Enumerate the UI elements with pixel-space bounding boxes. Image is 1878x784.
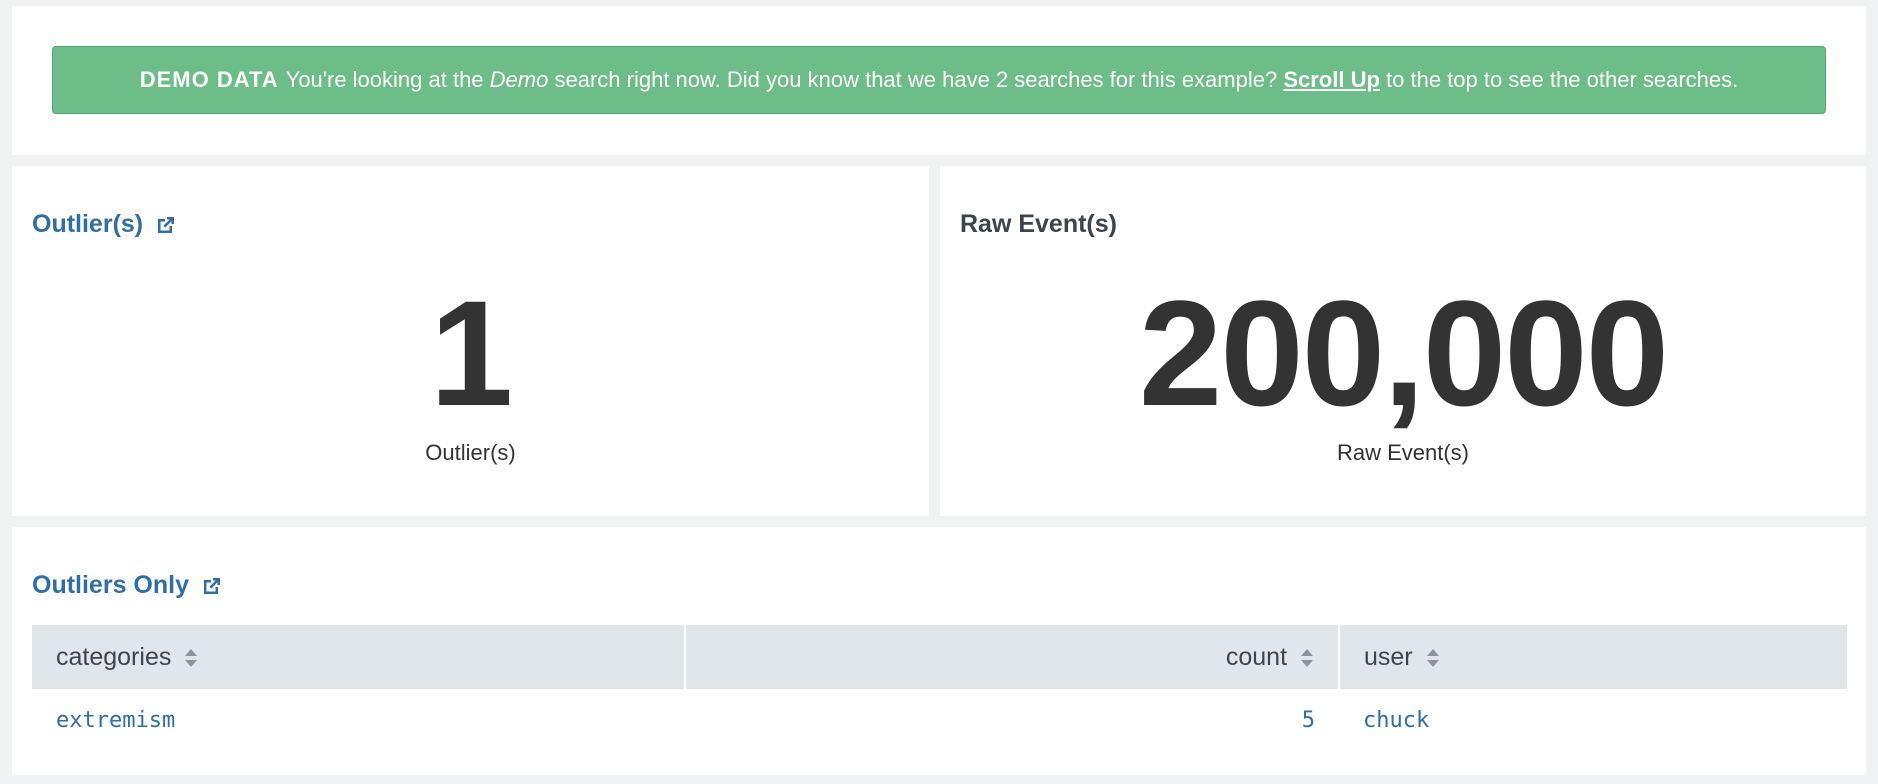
- outliers-only-panel: Outliers Only categories count user extr…: [12, 527, 1866, 775]
- banner-text-middle: search right now. Did you know that we h…: [554, 67, 1278, 92]
- outliers-value[interactable]: 1: [12, 278, 929, 428]
- banner-label: DEMO DATA: [139, 67, 279, 92]
- table-row: extremism 5 chuck: [32, 689, 1847, 751]
- outliers-panel: Outlier(s) 1 Outlier(s): [12, 166, 929, 516]
- table-header-row: categories count user: [32, 625, 1847, 689]
- dashboard-page: DEMO DATA You're looking at the Demo sea…: [0, 0, 1878, 784]
- sort-icon[interactable]: [1300, 647, 1314, 669]
- scroll-up-link[interactable]: Scroll Up: [1283, 67, 1380, 93]
- column-header-categories[interactable]: categories: [32, 625, 686, 689]
- sort-icon[interactable]: [1426, 647, 1440, 669]
- demo-banner-panel: DEMO DATA You're looking at the Demo sea…: [12, 6, 1866, 155]
- cell-user[interactable]: chuck: [1339, 689, 1847, 751]
- sort-icon[interactable]: [184, 647, 198, 669]
- banner-text-after: to the top to see the other searches.: [1386, 67, 1739, 92]
- outliers-title-text[interactable]: Outlier(s): [32, 210, 143, 239]
- raw-events-caption: Raw Event(s): [1336, 440, 1470, 465]
- external-link-icon[interactable]: [155, 214, 177, 236]
- banner-text-before: You're looking at the: [285, 67, 484, 92]
- outliers-panel-title[interactable]: Outlier(s): [32, 210, 177, 239]
- raw-events-panel-title: Raw Event(s): [960, 210, 1117, 238]
- outliers-only-title-text[interactable]: Outliers Only: [32, 571, 189, 600]
- outliers-table: categories count user extremism 5 chuck: [32, 625, 1847, 751]
- column-header-label[interactable]: user: [1364, 643, 1413, 671]
- banner-emphasis: Demo: [489, 67, 549, 92]
- external-link-icon[interactable]: [201, 575, 223, 597]
- cell-count[interactable]: 5: [685, 689, 1339, 751]
- column-header-label[interactable]: categories: [56, 643, 171, 671]
- column-header-user[interactable]: user: [1339, 625, 1847, 689]
- raw-events-panel: Raw Event(s) 200,000 Raw Event(s): [940, 166, 1866, 516]
- outliers-only-title[interactable]: Outliers Only: [32, 571, 223, 600]
- raw-events-value[interactable]: 200,000: [940, 278, 1866, 428]
- cell-categories[interactable]: extremism: [32, 689, 685, 751]
- column-header-label[interactable]: count: [1226, 643, 1287, 671]
- outliers-caption: Outlier(s): [425, 440, 516, 465]
- column-header-count[interactable]: count: [685, 625, 1340, 689]
- demo-data-banner: DEMO DATA You're looking at the Demo sea…: [52, 46, 1826, 114]
